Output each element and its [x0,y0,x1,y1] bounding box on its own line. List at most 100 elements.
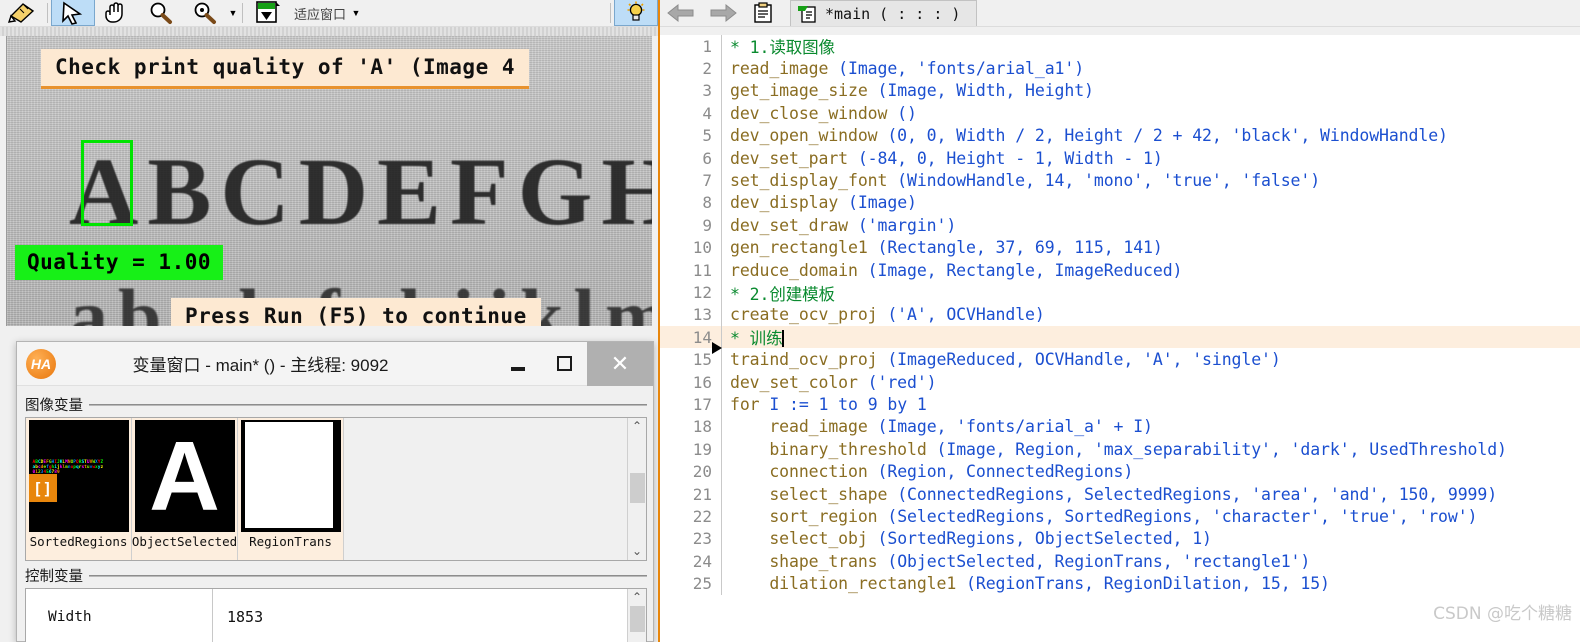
code-text[interactable]: dev_open_window (0, 0, Width / 2, Height… [722,126,1448,145]
code-text[interactable]: * 2.创建模板 [722,281,835,305]
code-text[interactable]: dev_display (Image) [722,193,917,212]
line-number: 16 [660,370,722,394]
zoom-out-tool-button[interactable] [139,0,183,26]
code-line[interactable]: 11 reduce_domain (Image, Rectangle, Image… [660,258,1580,282]
code-line[interactable]: 8 dev_display (Image) [660,191,1580,215]
line-number: 1 [660,35,722,58]
code-line[interactable]: 25 dilation_rectangle1 (RegionTrans, Reg… [660,572,1580,595]
code-text[interactable]: set_display_font (WindowHandle, 14, 'mon… [722,171,1320,190]
code-text[interactable]: dev_set_draw ('margin') [722,216,956,235]
code-text[interactable]: select_obj (SortedRegions, ObjectSelecte… [722,529,1212,548]
maximize-button[interactable] [541,342,587,386]
control-variables-caption: 控制变量 [25,565,647,588]
lightbulb-icon [627,1,645,21]
code-text[interactable]: for I := 1 to 9 by 1 [722,395,927,414]
code-line[interactable]: 12 * 2.创建模板 [660,281,1580,305]
code-line[interactable]: 22 sort_region (SelectedRegions, SortedR… [660,505,1580,528]
code-text[interactable]: dev_close_window () [722,104,917,123]
image-variable-list[interactable]: ABCDEFGHIJKLMNOPQRSTUVWXYZ abcdefghijklm… [26,418,627,560]
code-text[interactable]: dev_set_part (-84, 0, Height - 1, Width … [722,149,1163,168]
image-variables-scrollbar[interactable]: ⌃ ⌄ [627,418,646,560]
code-text[interactable]: connection (Region, ConnectedRegions) [722,462,1133,481]
fit-window-caret[interactable]: ▼ [350,0,362,26]
chevron-up-icon[interactable]: ⌃ [632,418,642,435]
line-number: 20 [660,460,722,483]
code-line[interactable]: 21 select_shape (ConnectedRegions, Selec… [660,482,1580,506]
code-line[interactable]: 4 dev_close_window () [660,102,1580,125]
code-line[interactable]: 5 dev_open_window (0, 0, Width / 2, Heigh… [660,124,1580,147]
code-line[interactable]: 20 connection (Region, ConnectedRegions) [660,460,1580,483]
table-row[interactable]: Width 1853 [26,589,627,642]
line-number: 11 [660,258,722,282]
code-text[interactable]: read_image (Image, 'fonts/arial_a1') [722,59,1084,78]
line-number: 6 [660,146,722,170]
graphics-window[interactable]: ABCDEFGHIJKLMN abcdefghijklmnop Check pr… [6,36,652,326]
code-line[interactable]: 3 get_image_size (Image, Width, Height) [660,79,1580,103]
code-text[interactable]: binary_threshold (Image, Region, 'max_se… [722,440,1507,459]
chevron-up-icon[interactable]: ⌃ [632,589,642,606]
chevron-down-icon[interactable]: ⌄ [632,543,642,560]
code-line[interactable]: 2 read_image (Image, 'fonts/arial_a1') [660,57,1580,80]
group-rule [89,403,647,406]
code-line[interactable]: 9 dev_set_draw ('margin') [660,214,1580,237]
code-text[interactable]: reduce_domain (Image, Rectangle, ImageRe… [722,261,1182,280]
toolbar-separator [47,3,48,23]
code-text[interactable]: dev_set_color ('red') [722,373,937,392]
halcon-logo-icon: HA [26,348,56,379]
list-item[interactable]: RegionTrans [238,418,344,560]
fit-window-button[interactable] [246,0,290,26]
variable-name: SortedRegions [29,534,128,549]
control-variables-scrollbar[interactable]: ⌃ [627,589,646,642]
code-line[interactable]: 17 for I := 1 to 9 by 1 [660,393,1580,416]
code-line[interactable]: 1 * 1.读取图像 [660,35,1580,58]
lightbulb-button[interactable] [614,0,658,26]
code-line[interactable]: 23 select_obj (SortedRegions, ObjectSele… [660,527,1580,550]
code-line[interactable]: 24 shape_trans (ObjectSelected, RegionTr… [660,549,1580,573]
toolbar-separator-2 [242,3,243,23]
procedures-button[interactable] [744,0,784,27]
code-text[interactable]: sort_region (SelectedRegions, SortedRegi… [722,507,1477,526]
image-variables-label: 图像变量 [25,398,83,414]
code-text[interactable]: get_image_size (Image, Width, Height) [722,81,1094,100]
forward-button[interactable] [702,0,744,27]
code-line[interactable]: 18 read_image (Image, 'fonts/arial_a' + … [660,415,1580,439]
code-line[interactable]: 6 dev_set_part (-84, 0, Height - 1, Width… [660,146,1580,170]
code-line[interactable]: 19 binary_threshold (Image, Region, 'max… [660,438,1580,461]
code-line[interactable]: 15 traind_ocv_proj (ImageReduced, OCVHand… [660,342,1580,371]
code-text[interactable]: dilation_rectangle1 (RegionTrans, Region… [722,574,1330,593]
variable-value-cell[interactable]: 1853 [213,589,627,642]
minimize-button[interactable] [495,342,541,386]
select-arrow-tool-button[interactable] [51,0,95,26]
pan-hand-tool-button[interactable] [95,0,139,26]
toolbar-texture-strip [0,27,658,36]
code-area[interactable]: 1 * 1.读取图像 2 read_image (Image, 'fonts/aria… [660,35,1580,642]
scrollbar-thumb[interactable] [629,473,645,503]
code-text[interactable]: select_shape (ConnectedRegions, Selected… [722,485,1497,504]
code-line[interactable]: 13 create_ocv_proj ('A', OCVHandle) [660,303,1580,327]
list-item[interactable]: ABCDEFGHIJKLMNOPQRSTUVWXYZ abcdefghijklm… [26,418,132,560]
back-button[interactable] [660,0,702,27]
code-text[interactable]: * 训练 [722,325,784,349]
code-text[interactable]: * 1.读取图像 [722,35,835,58]
code-line[interactable]: 7 set_display_font (WindowHandle, 14, 'mo… [660,169,1580,192]
draw-measure-tool-button[interactable] [0,0,44,26]
tab-main[interactable]: *main ( : : : ) [790,0,978,26]
code-text[interactable]: create_ocv_proj ('A', OCVHandle) [722,305,1045,324]
variable-window-titlebar[interactable]: HA 变量窗口 - main* () - 主线程: 9092 ✕ [17,341,653,386]
program-icon [798,5,816,23]
list-item[interactable]: A ObjectSelected [132,418,238,560]
code-text[interactable]: shape_trans (ObjectSelected, RegionTrans… [722,552,1310,571]
scrollbar-thumb[interactable] [629,606,645,632]
variable-window[interactable]: HA 变量窗口 - main* () - 主线程: 9092 ✕ 图像变量 AB… [16,341,654,642]
code-line[interactable]: 10 gen_rectangle1 (Rectangle, 37, 69, 115… [660,236,1580,259]
line-number: 25 [660,572,722,595]
close-button[interactable]: ✕ [587,341,653,386]
code-text[interactable]: gen_rectangle1 (Rectangle, 37, 69, 115, … [722,238,1163,257]
line-number: 8 [660,191,722,215]
zoom-dropdown-caret[interactable]: ▼ [227,0,239,26]
code-text[interactable]: traind_ocv_proj (ImageReduced, OCVHandle… [722,350,1281,369]
zoom-in-tool-button[interactable] [183,0,227,26]
code-line[interactable]: 14 * 训练 [660,325,1580,349]
code-line[interactable]: 16 dev_set_color ('red') [660,370,1580,394]
code-text[interactable]: read_image (Image, 'fonts/arial_a' + I) [722,417,1153,436]
